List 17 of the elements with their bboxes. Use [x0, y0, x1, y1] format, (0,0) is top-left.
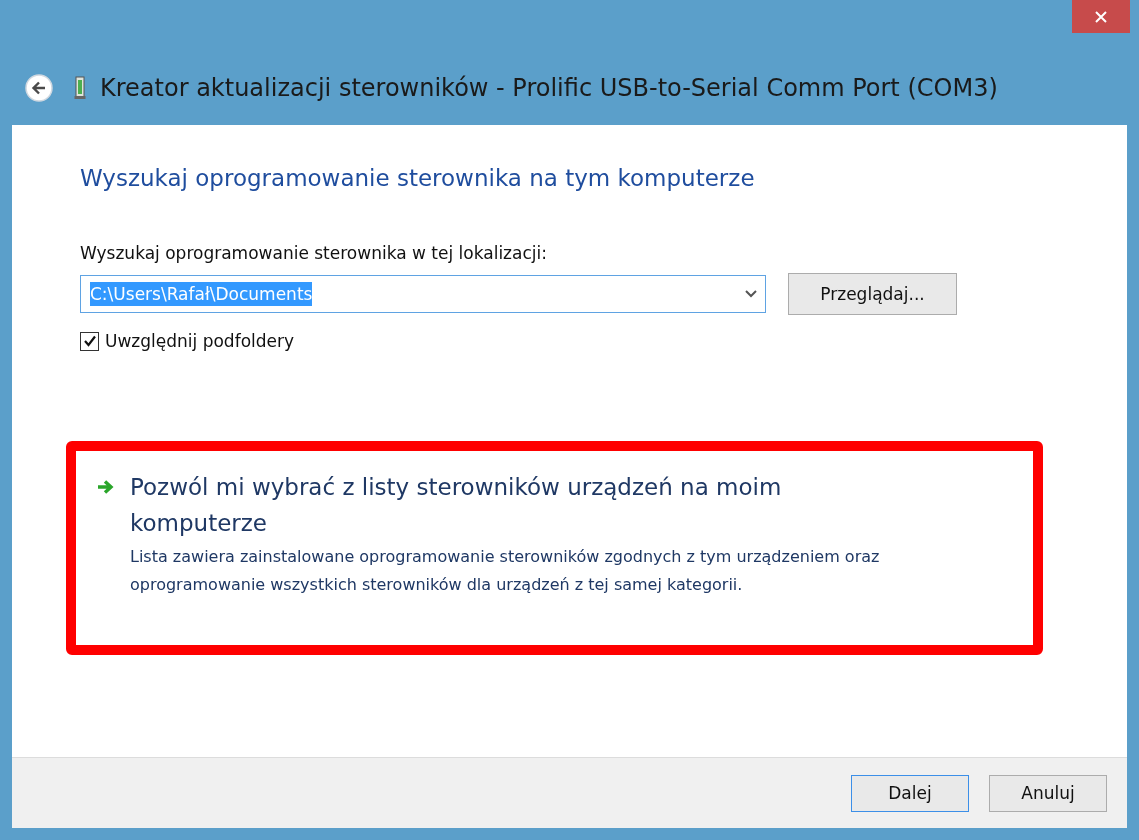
close-button[interactable]: [1072, 0, 1130, 33]
option-link[interactable]: Pozwól mi wybrać z listy sterowników urządzeń na moim komputerze: [130, 469, 890, 541]
checkbox-label: Uwzględnij podfoldery: [105, 331, 295, 351]
window-title: Kreator aktualizacji sterowników - Prolific USB-to-Serial Comm Port (COM3): [100, 73, 998, 102]
dialog-button[interactable]: Dalej: [851, 774, 969, 812]
close-icon: [1094, 9, 1108, 24]
dialog-button[interactable]: Anuluj: [989, 774, 1107, 812]
back-button[interactable]: [24, 72, 54, 103]
usb-device-icon: [74, 75, 86, 100]
path-value: C:\Users\Rafał\Documents: [90, 282, 313, 306]
option-description: Lista zawiera zainstalowane oprogramowanie sterowników zgodnych z tym urządzeniem oraz oprogramowanie wszystkich sterowników dla urządzeń z tej samej kategorii.: [130, 546, 881, 596]
arrow-icon: [96, 479, 116, 495]
location-label: Wyszukaj oprogramowanie sterownika w tej lokalizacji:: [80, 243, 548, 263]
browse-button[interactable]: Przeglądaj...: [788, 273, 957, 315]
page-heading: Wyszukaj oprogramowanie sterownika na tym komputerze: [80, 165, 756, 191]
subfolders-checkbox[interactable]: [80, 331, 99, 351]
dropdown-caret-icon: [745, 290, 757, 298]
